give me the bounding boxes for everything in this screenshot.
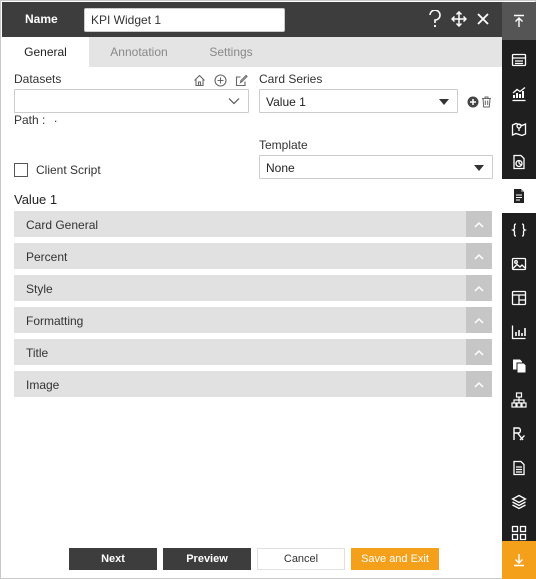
- map-icon[interactable]: [502, 111, 536, 145]
- accordion-image[interactable]: Image: [14, 371, 492, 397]
- dialog-header: Name: [2, 2, 502, 37]
- chevron-up-icon[interactable]: [466, 211, 492, 237]
- chevron-up-icon[interactable]: [466, 371, 492, 397]
- bar-chart-icon[interactable]: [502, 315, 536, 349]
- path-label: Path :: [14, 113, 46, 127]
- accordion-label: Formatting: [26, 314, 84, 328]
- grid-icon[interactable]: [502, 519, 536, 541]
- table-icon[interactable]: [502, 43, 536, 77]
- tab-general[interactable]: General: [2, 37, 89, 67]
- image-icon[interactable]: [502, 247, 536, 281]
- accordion-label: Style: [26, 282, 53, 296]
- close-icon[interactable]: [474, 9, 492, 29]
- chevron-up-icon[interactable]: [466, 339, 492, 365]
- chevron-up-icon[interactable]: [466, 307, 492, 333]
- accordion-formatting[interactable]: Formatting: [14, 307, 492, 333]
- path-value: .: [54, 111, 58, 125]
- add-circle-icon[interactable]: [466, 95, 479, 108]
- right-sidebar: [502, 2, 536, 579]
- chart-icon[interactable]: [502, 77, 536, 111]
- client-script-checkbox[interactable]: [14, 163, 28, 177]
- accordion-title[interactable]: Title: [14, 339, 492, 365]
- widget-icon[interactable]: [502, 281, 536, 315]
- widget-editor-dialog: Name General Annotation Settings Dataset…: [0, 0, 536, 579]
- document-icon[interactable]: [502, 179, 536, 213]
- accordion-card-general[interactable]: Card General: [14, 211, 492, 237]
- accordion-label: Percent: [26, 250, 68, 264]
- document-chart-icon[interactable]: [502, 145, 536, 179]
- add-dataset-icon[interactable]: [213, 73, 227, 87]
- hierarchy-icon[interactable]: [502, 383, 536, 417]
- template-value: None: [266, 161, 295, 175]
- accordion-label: Card General: [26, 218, 99, 232]
- code-braces-icon[interactable]: [502, 213, 536, 247]
- name-label: Name: [25, 12, 58, 26]
- widget-name-input[interactable]: [84, 8, 285, 32]
- trash-icon[interactable]: [480, 95, 493, 108]
- datasets-label: Datasets: [14, 72, 62, 86]
- move-icon[interactable]: [450, 9, 468, 29]
- report-icon[interactable]: [502, 451, 536, 485]
- chevron-down-icon: [228, 98, 240, 105]
- template-select[interactable]: None: [259, 155, 493, 179]
- accordion-style[interactable]: Style: [14, 275, 492, 301]
- layers-icon[interactable]: [502, 485, 536, 519]
- accordion-percent[interactable]: Percent: [14, 243, 492, 269]
- save-and-exit-button[interactable]: Save and Exit: [351, 548, 439, 570]
- preview-button[interactable]: Preview: [163, 548, 251, 570]
- tab-annotation[interactable]: Annotation: [89, 37, 189, 67]
- datasets-select[interactable]: [14, 89, 249, 113]
- client-script-label: Client Script: [36, 163, 101, 177]
- scroll-top-icon[interactable]: [502, 2, 536, 40]
- accordion-label: Title: [26, 346, 49, 360]
- rx-icon[interactable]: [502, 417, 536, 451]
- next-button[interactable]: Next: [69, 548, 157, 570]
- caret-down-icon: [439, 99, 449, 105]
- chevron-up-icon[interactable]: [466, 275, 492, 301]
- card-series-label: Card Series: [259, 72, 323, 86]
- section-title: Value 1: [14, 192, 58, 207]
- tab-settings[interactable]: Settings: [189, 37, 273, 67]
- template-label: Template: [259, 138, 308, 152]
- caret-down-icon: [474, 165, 484, 171]
- chevron-up-icon[interactable]: [466, 243, 492, 269]
- home-icon[interactable]: [192, 73, 206, 87]
- copy-icon[interactable]: [502, 349, 536, 383]
- edit-icon[interactable]: [234, 73, 248, 87]
- cancel-button[interactable]: Cancel: [257, 548, 345, 570]
- accordion-label: Image: [26, 378, 60, 392]
- card-series-select[interactable]: Value 1: [259, 89, 458, 113]
- card-series-value: Value 1: [266, 95, 306, 109]
- tab-bar: General Annotation Settings: [2, 37, 502, 67]
- help-icon[interactable]: [426, 9, 444, 29]
- scroll-bottom-icon[interactable]: [502, 541, 536, 579]
